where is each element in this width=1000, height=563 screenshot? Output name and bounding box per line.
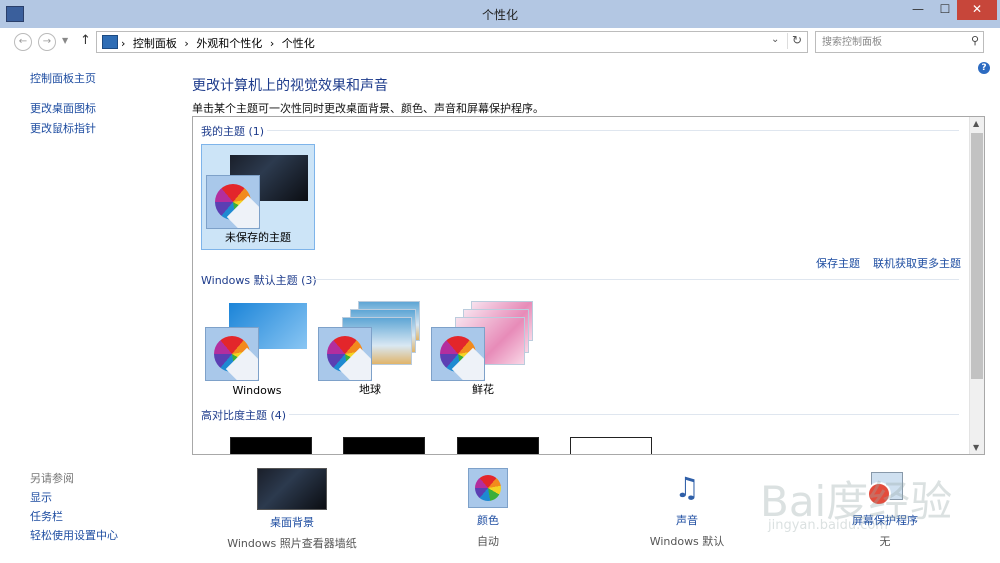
sidebar-link-control-panel-home[interactable]: 控制面板主页 xyxy=(30,70,96,86)
high-contrast-tile[interactable] xyxy=(230,437,312,454)
high-contrast-heading: 高对比度主题 (4) xyxy=(201,409,287,422)
desktop-background-value: Windows 照片查看器墙纸 xyxy=(227,537,357,550)
panel-scrollbar[interactable]: ▲ ▼ xyxy=(969,117,984,454)
up-button[interactable]: ↑ xyxy=(80,33,91,48)
group-divider xyxy=(309,279,959,280)
desktop-background-link[interactable]: 桌面背景 xyxy=(222,514,362,530)
theme-label: 地球 xyxy=(359,383,381,396)
forward-button[interactable]: → xyxy=(38,33,56,51)
refresh-icon[interactable]: ↻ xyxy=(787,33,806,49)
color-palette-icon xyxy=(431,327,485,381)
scroll-down-icon[interactable]: ▼ xyxy=(973,443,979,452)
recent-pages-dropdown-icon[interactable]: ▼ xyxy=(62,36,68,45)
high-contrast-tile[interactable] xyxy=(343,437,425,454)
sound-link[interactable]: 声音 xyxy=(637,512,737,528)
my-themes-heading: 我的主题 (1) xyxy=(201,125,265,138)
breadcrumb-personalization[interactable]: 个性化 xyxy=(282,37,315,50)
high-contrast-tile[interactable] xyxy=(570,437,652,454)
sound-setting[interactable]: ♫ 声音 Windows 默认 xyxy=(637,468,737,549)
breadcrumb-separator: › xyxy=(184,37,189,50)
see-also-heading: 另请参阅 xyxy=(30,472,74,485)
group-divider xyxy=(289,414,959,415)
theme-tile-windows[interactable]: Windows xyxy=(201,297,313,401)
help-icon[interactable]: ? xyxy=(978,62,990,74)
back-button[interactable]: ← xyxy=(14,33,32,51)
high-contrast-tile[interactable] xyxy=(457,437,539,454)
sidebar-link-desktop-icons[interactable]: 更改桌面图标 xyxy=(30,100,96,116)
chevron-down-icon[interactable]: ⌄ xyxy=(771,34,779,45)
desktop-background-thumbnail xyxy=(257,468,327,510)
see-also-taskbar[interactable]: 任务栏 xyxy=(30,508,63,524)
sound-value: Windows 默认 xyxy=(649,535,725,548)
search-input[interactable] xyxy=(820,33,964,51)
color-link[interactable]: 颜色 xyxy=(438,512,538,528)
theme-tile-flowers[interactable]: 鲜花 xyxy=(427,297,539,401)
get-more-themes-link[interactable]: 联机获取更多主题 xyxy=(873,255,961,271)
color-value: 自动 xyxy=(477,535,499,548)
minimize-button[interactable]: — xyxy=(905,0,931,20)
control-panel-icon xyxy=(102,35,118,49)
baidu-watermark: Bai度经验 jingyan.baidu.com xyxy=(760,468,990,548)
theme-label: 鲜花 xyxy=(472,383,494,396)
address-box[interactable]: › 控制面板 › 外观和个性化 › 个性化 ⌄ ↻ xyxy=(96,31,808,53)
color-palette-icon xyxy=(318,327,372,381)
breadcrumb-separator: › xyxy=(269,37,275,50)
title-bar: 个性化 — ☐ ✕ xyxy=(0,0,1000,29)
address-bar-row: ← → ▼ ↑ › 控制面板 › 外观和个性化 › 个性化 ⌄ ↻ ⚲ xyxy=(0,28,1000,56)
windows-themes-heading: Windows 默认主题 (3) xyxy=(201,274,317,287)
page-description: 单击某个主题可一次性同时更改桌面背景、颜色、声音和屏幕保护程序。 xyxy=(192,102,544,115)
breadcrumb-appearance[interactable]: 外观和个性化 xyxy=(196,37,262,50)
scroll-up-icon[interactable]: ▲ xyxy=(973,119,979,128)
sound-icon: ♫ xyxy=(674,471,700,504)
maximize-button[interactable]: ☐ xyxy=(933,0,957,20)
color-palette-icon xyxy=(205,327,259,381)
sidebar-link-mouse-pointers[interactable]: 更改鼠标指针 xyxy=(30,120,96,136)
color-palette-icon xyxy=(206,175,260,229)
breadcrumb: › 控制面板 › 外观和个性化 › 个性化 xyxy=(121,35,319,51)
desktop-background-setting[interactable]: 桌面背景 Windows 照片查看器墙纸 xyxy=(222,468,362,551)
search-icon[interactable]: ⚲ xyxy=(971,34,979,47)
watermark-url: jingyan.baidu.com xyxy=(768,518,888,533)
search-box[interactable]: ⚲ xyxy=(815,31,984,53)
scrollbar-thumb[interactable] xyxy=(971,133,983,379)
close-button[interactable]: ✕ xyxy=(957,0,997,20)
breadcrumb-separator: › xyxy=(121,37,126,50)
group-divider xyxy=(267,130,959,131)
breadcrumb-control-panel[interactable]: 控制面板 xyxy=(133,37,177,50)
themes-panel: 我的主题 (1) 未保存的主题 保存主题 联机获取更多主题 Windows 默认… xyxy=(192,116,985,455)
theme-tile-earth[interactable]: 地球 xyxy=(314,297,426,401)
theme-tile-unsaved[interactable]: 未保存的主题 xyxy=(201,144,315,250)
theme-label: Windows xyxy=(232,384,282,397)
window-title: 个性化 xyxy=(481,8,518,22)
color-icon xyxy=(468,468,508,508)
save-theme-link[interactable]: 保存主题 xyxy=(816,255,860,271)
see-also-ease-of-access[interactable]: 轻松使用设置中心 xyxy=(30,527,118,543)
color-setting[interactable]: 颜色 自动 xyxy=(438,468,538,549)
see-also-display[interactable]: 显示 xyxy=(30,489,52,505)
page-title: 更改计算机上的视觉效果和声音 xyxy=(192,78,388,94)
theme-label: 未保存的主题 xyxy=(225,231,291,244)
